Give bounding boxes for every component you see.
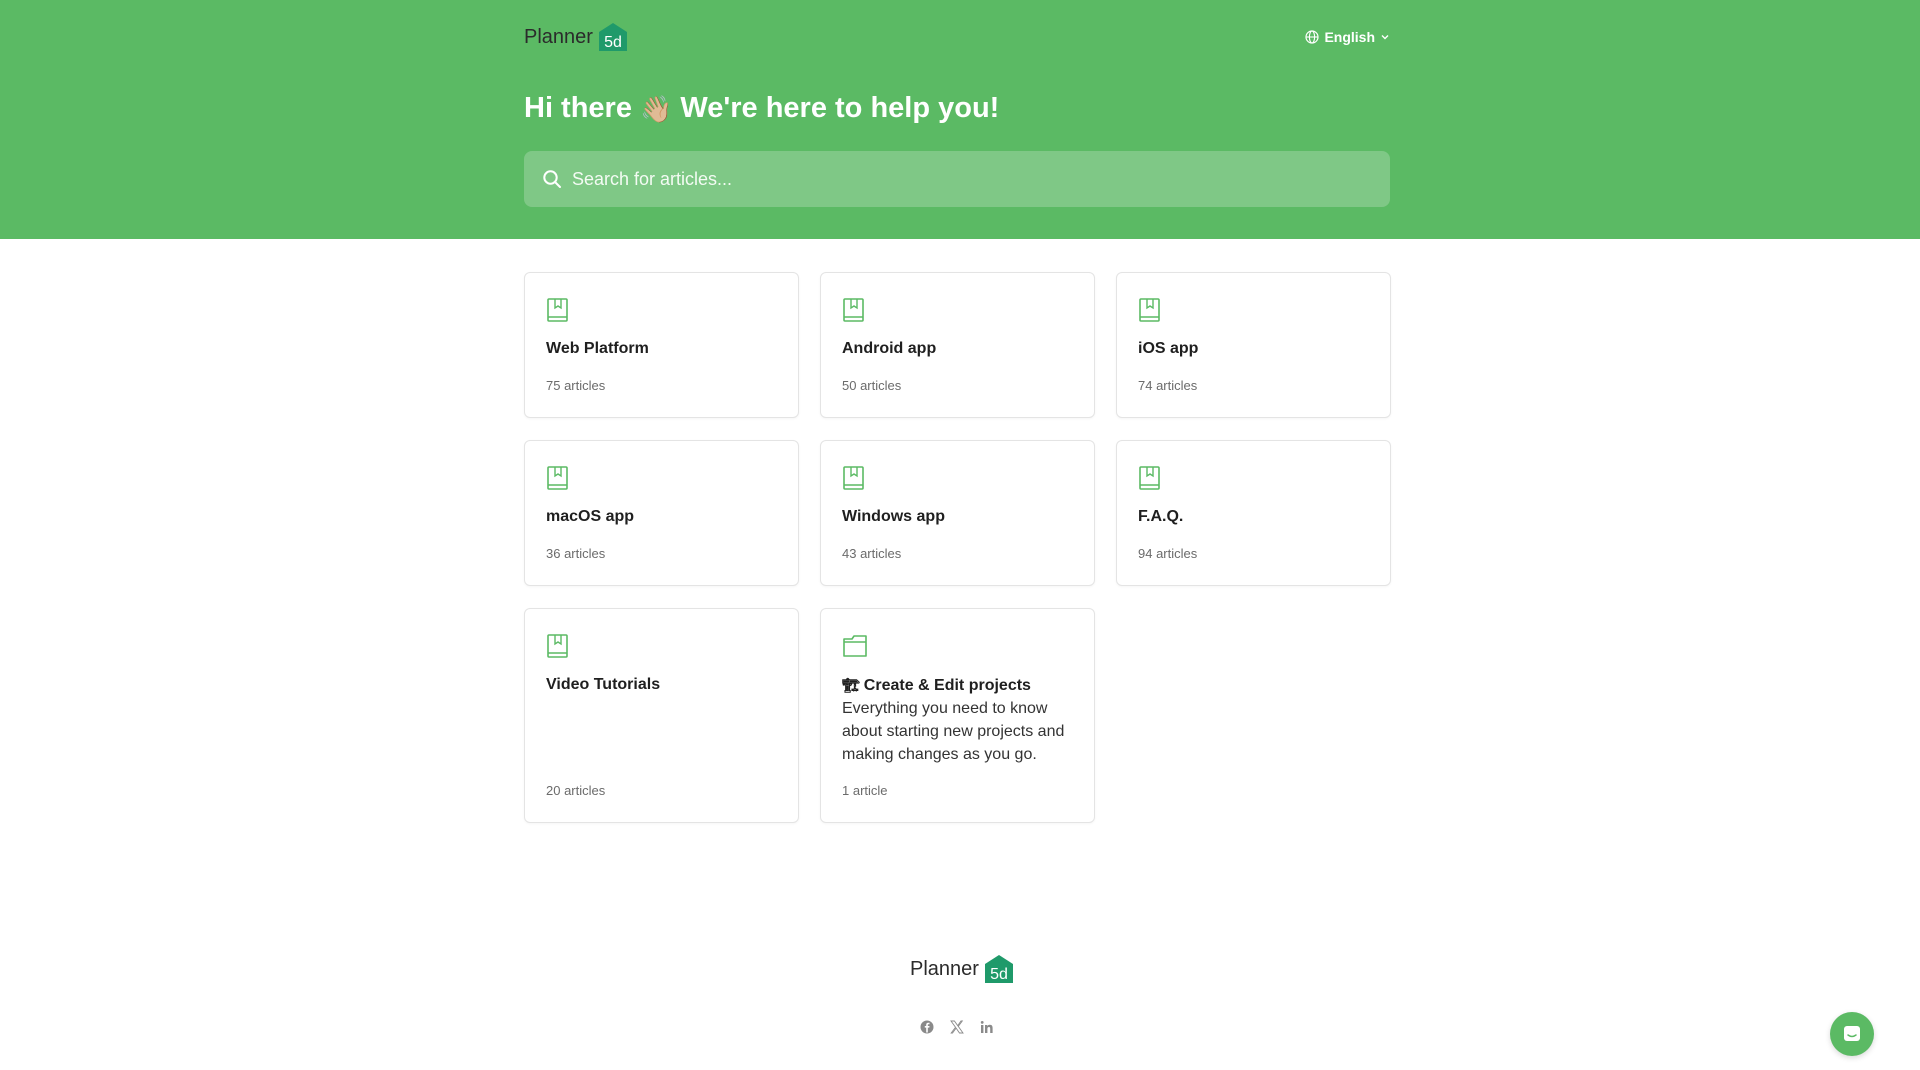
hero-header: Planner 5d English Hi there 👋🏼 We're her… (0, 0, 1920, 239)
footer-logo-text: Planner (910, 957, 979, 980)
language-label: English (1324, 29, 1375, 45)
article-count: 74 articles (1138, 378, 1198, 393)
waving-hand-icon: 👋🏼 (639, 93, 673, 124)
collection-title-text: Create & Edit projects (863, 677, 1031, 694)
planner-5d-logo[interactable]: Planner 5d (524, 22, 629, 52)
article-count: 1 article (842, 783, 888, 798)
greeting-text: Hi there (524, 92, 632, 124)
collection-title: Web Platform (546, 340, 649, 357)
chat-icon (1844, 1026, 1860, 1041)
book-icon (547, 634, 568, 658)
collection-card-ios-app[interactable]: iOS app 74 articles (1116, 272, 1391, 418)
article-count: 20 articles (546, 783, 606, 798)
book-icon (843, 466, 864, 490)
globe-icon (1305, 30, 1320, 44)
collection-card-windows-app[interactable]: Windows app 43 articles (820, 440, 1095, 586)
article-count: 94 articles (1138, 546, 1198, 561)
x-icon[interactable] (950, 1020, 964, 1034)
collection-title: Video Tutorials (546, 676, 661, 693)
collection-card-macos-app[interactable]: macOS app 36 articles (524, 440, 799, 586)
collection-card-faq[interactable]: F.A.Q. 94 articles (1116, 440, 1391, 586)
collection-description: Everything you need to know about starti… (842, 700, 1065, 763)
social-links (920, 1020, 994, 1034)
footer-logo[interactable]: Planner 5d (910, 954, 1015, 984)
article-count: 75 articles (546, 378, 606, 393)
linkedin-icon[interactable] (980, 1020, 994, 1034)
collection-title: iOS app (1138, 340, 1199, 357)
collection-card-create-edit-projects[interactable]: 🏗 Create & Edit projects Everything you n… (820, 608, 1095, 823)
collection-title: F.A.Q. (1138, 508, 1184, 525)
chat-launcher-button[interactable] (1830, 1012, 1874, 1056)
collection-card-video-tutorials[interactable]: Video Tutorials 20 articles (524, 608, 799, 823)
page-title: Hi there 👋🏼 We're here to help you! (524, 92, 999, 125)
search-input[interactable] (572, 168, 1372, 190)
facebook-icon[interactable] (920, 1020, 934, 1034)
book-icon (547, 298, 568, 322)
collection-card-android-app[interactable]: Android app 50 articles (820, 272, 1095, 418)
collection-title: Windows app (842, 508, 945, 525)
article-count: 36 articles (546, 546, 606, 561)
svg-text:5d: 5d (604, 34, 622, 51)
article-count: 50 articles (842, 378, 902, 393)
chevron-down-icon (1381, 35, 1389, 40)
article-count: 43 articles (842, 546, 902, 561)
collection-title: macOS app (546, 508, 635, 525)
book-icon (843, 298, 864, 322)
logo-5d-mark-icon: 5d (598, 23, 627, 51)
tagline-text: We're here to help you! (680, 92, 1000, 124)
collection-title: 🏗 Create & Edit projects (842, 675, 1076, 696)
book-icon (547, 466, 568, 490)
folder-icon (843, 635, 867, 657)
collection-title: Android app (842, 340, 937, 357)
collection-card-web-platform[interactable]: Web Platform 75 articles (524, 272, 799, 418)
language-selector[interactable]: English (1305, 27, 1390, 47)
book-icon (1139, 298, 1160, 322)
search-bar[interactable] (524, 151, 1390, 207)
book-icon (1139, 466, 1160, 490)
construction-icon: 🏗 (842, 677, 860, 693)
svg-text:5d: 5d (990, 966, 1008, 983)
search-icon (543, 170, 561, 188)
logo-text: Planner (524, 25, 593, 48)
logo-5d-mark-icon: 5d (984, 955, 1013, 983)
